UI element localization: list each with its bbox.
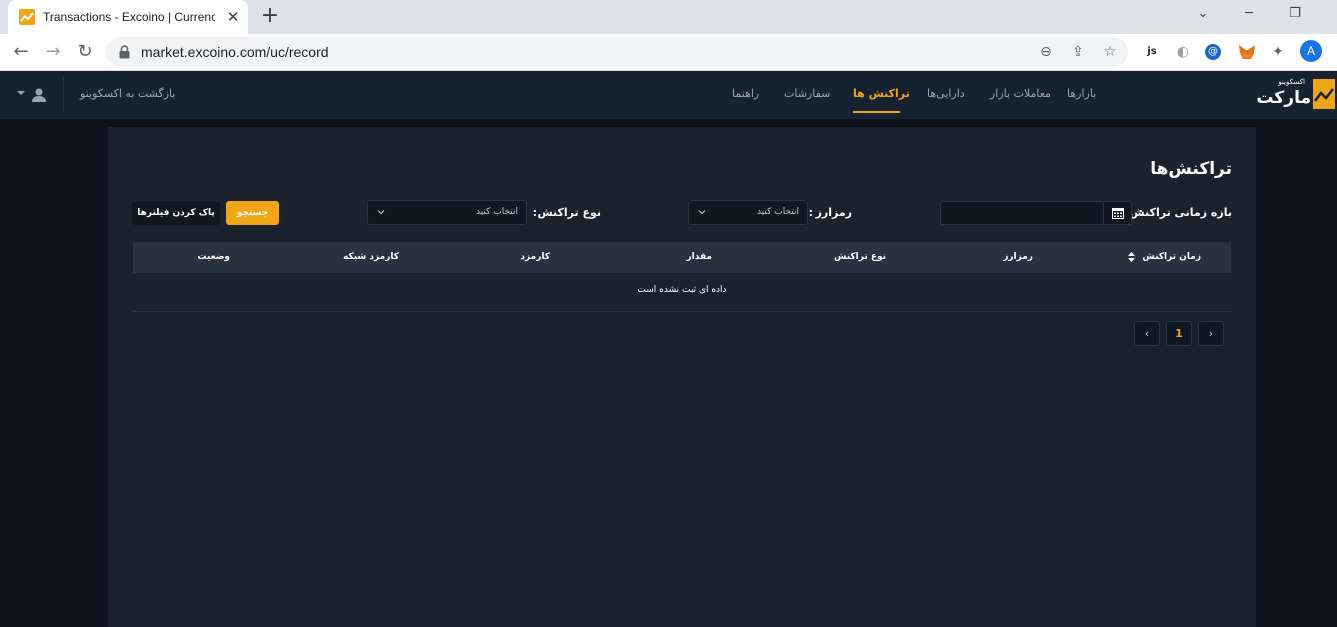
new-tab-button[interactable]: + (258, 5, 282, 29)
date-range-input[interactable] (940, 201, 1132, 225)
nav-orders[interactable]: سفارشات (784, 71, 830, 119)
browser-tab[interactable]: Transactions - Excoino | Currency ✕ (8, 0, 248, 34)
transactions-panel: تراکنش‌ها بازه زمانی تراکنش : رمزارز : ا… (108, 127, 1256, 627)
column-header-status[interactable]: وضعیت (197, 242, 230, 273)
at-extension-icon[interactable]: @ (1205, 44, 1221, 60)
user-menu-caret-icon[interactable] (17, 91, 25, 95)
browser-tabstrip: Transactions - Excoino | Currency ✕ + ⌄ … (0, 0, 1337, 34)
nav-market-trades[interactable]: معاملات بازار (990, 71, 1051, 119)
pagination-page-1[interactable]: 1 (1166, 321, 1192, 346)
transaction-type-label: نوع تراکنش (537, 206, 601, 219)
transaction-type-separator: : (532, 206, 537, 219)
circle-extension-icon[interactable]: ◐ (1173, 42, 1193, 62)
brand-name: مارکت (1256, 88, 1311, 108)
tab-search-chevron-icon[interactable]: ⌄ (1191, 6, 1215, 26)
sort-icon[interactable] (1128, 251, 1136, 262)
brand-mark-icon (1313, 79, 1335, 109)
empty-message: داده ای ثبت نشده است (637, 285, 727, 295)
profile-avatar[interactable]: A (1300, 40, 1322, 62)
user-icon[interactable] (31, 87, 47, 103)
tab-close-icon[interactable]: ✕ (224, 8, 242, 26)
bookmark-star-icon[interactable]: ☆ (1101, 43, 1119, 61)
back-to-excoino-link[interactable]: بازگشت به اکسکوینو (80, 71, 175, 119)
minimize-icon[interactable]: ─ (1237, 6, 1261, 26)
tab-title: Transactions - Excoino | Currency (43, 10, 215, 24)
column-header-amount[interactable]: مقدار (686, 242, 712, 273)
url-text: market.excoino.com/uc/record (141, 44, 329, 60)
column-header-time-label: زمان تراکنش (1142, 252, 1201, 262)
brand-logo[interactable]: اکسکوینو مارکت (1256, 76, 1335, 114)
excoino-favicon-icon (19, 9, 35, 25)
column-header-network-fee[interactable]: کارمزد شبکه (343, 242, 399, 273)
metamask-icon[interactable] (1237, 42, 1257, 62)
currency-select-value: انتخاب کنید (756, 207, 799, 217)
puzzle-icon[interactable]: ✦ (1268, 42, 1288, 62)
date-range-separator: : (1138, 206, 1143, 219)
back-arrow-icon[interactable]: ← (9, 40, 33, 64)
page-title: تراکنش‌ها (1150, 159, 1232, 179)
column-header-fee[interactable]: کارمزد (520, 242, 550, 273)
column-header-currency[interactable]: رمزارز (1003, 242, 1033, 273)
table-header: زمان تراکنش رمزارز نوع تراکنش مقدار کارم… (133, 242, 1231, 273)
zoom-icon[interactable]: ⊖ (1037, 43, 1055, 61)
column-header-type[interactable]: نوع تراکنش (834, 242, 886, 273)
pagination-next-button[interactable]: ‹ (1134, 321, 1160, 346)
currency-label: رمزارز (815, 206, 852, 219)
transaction-type-select-value: انتخاب کنید (475, 207, 518, 217)
reload-icon[interactable]: ↻ (73, 40, 97, 64)
nav-guide[interactable]: راهنما (732, 71, 759, 119)
nav-active-underline (853, 111, 900, 113)
share-icon[interactable]: ⇪ (1069, 43, 1087, 61)
chevron-down-icon (377, 210, 385, 215)
column-header-time[interactable]: زمان تراکنش (1128, 242, 1201, 273)
header-divider (63, 77, 64, 113)
app-header: اکسکوینو مارکت بازارها معاملات بازار دار… (0, 71, 1337, 119)
table-empty-row: داده ای ثبت نشده است (133, 273, 1231, 312)
browser-toolbar: ← → ↻ market.excoino.com/uc/record ⊖ ⇪ ☆… (0, 34, 1337, 71)
pagination-prev-button[interactable]: › (1198, 321, 1224, 346)
address-bar[interactable]: market.excoino.com/uc/record ⊖ ⇪ ☆ (106, 37, 1128, 67)
lock-icon (119, 45, 130, 59)
transaction-type-select[interactable]: انتخاب کنید (367, 200, 527, 225)
forward-arrow-icon[interactable]: → (41, 40, 65, 64)
nav-markets[interactable]: بازارها (1067, 71, 1096, 119)
js-extension-icon[interactable]: js (1142, 42, 1162, 62)
calendar-icon (1112, 208, 1124, 219)
currency-separator: : (808, 206, 813, 219)
chevron-down-icon (698, 210, 706, 215)
restore-icon[interactable]: ❐ (1283, 6, 1307, 26)
brand-small-text: اکسکوینو (1278, 78, 1305, 86)
currency-select[interactable]: انتخاب کنید (688, 200, 808, 225)
search-button[interactable]: جستجو (226, 201, 279, 225)
clear-filters-button[interactable]: پاک کردن فیلترها (132, 201, 220, 225)
calendar-button[interactable] (1103, 202, 1131, 224)
nav-assets[interactable]: دارایی‌ها (927, 71, 965, 119)
date-range-label: بازه زمانی تراکنش (1129, 206, 1232, 219)
